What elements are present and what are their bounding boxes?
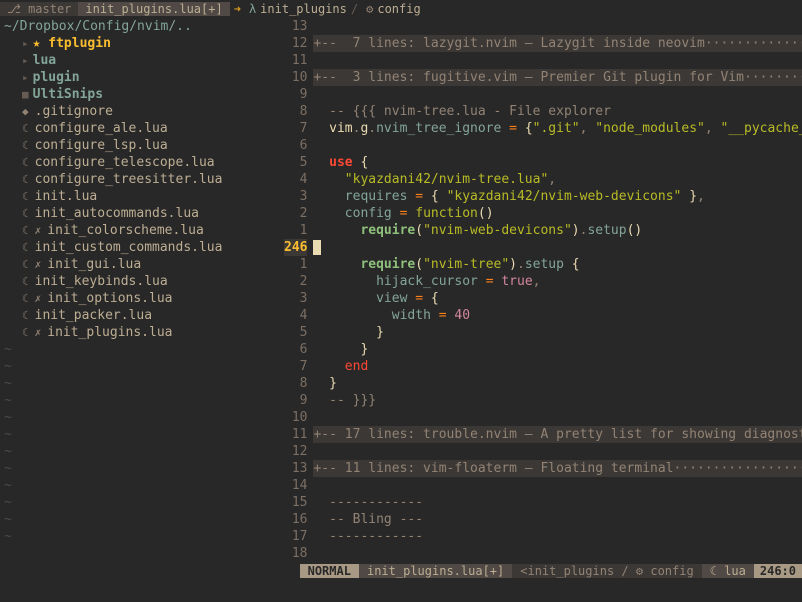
fold-line[interactable]: +-- 17 lines: trouble.nvim – A pretty li…	[313, 426, 802, 443]
status-file: init_plugins.lua[+]	[359, 564, 512, 578]
folder-icon: ▸	[22, 37, 29, 50]
code-line[interactable]: -- Bling ---	[313, 511, 802, 528]
file-icon: ☾	[22, 241, 29, 254]
code-line[interactable]	[313, 18, 802, 35]
folder-icon: ▸	[22, 71, 29, 84]
file-icon: ☾	[22, 309, 29, 322]
tree-item[interactable]: ■UltiSnips	[0, 86, 284, 103]
tree-item[interactable]: ☾configure_telescope.lua	[0, 154, 284, 171]
tree-item[interactable]: ☾✗init_colorscheme.lua	[0, 222, 284, 239]
fold-line[interactable]: +-- 7 lines: lazygit.nvim – Lazygit insi…	[313, 35, 802, 52]
file-icon: ☾	[22, 207, 29, 220]
code-line[interactable]: }	[313, 375, 802, 392]
modified-icon: ✗	[35, 326, 42, 339]
code-line[interactable]	[313, 409, 802, 426]
branch-segment[interactable]: ⎇ master	[0, 2, 78, 16]
file-icon: ☾	[22, 156, 29, 169]
lambda-icon: λ	[245, 2, 260, 16]
tab-file[interactable]: init_plugins.lua[+]	[78, 2, 229, 16]
code-line[interactable]: hijack_cursor = true,	[313, 273, 802, 290]
code-line[interactable]: "kyazdani42/nvim-tree.lua",	[313, 171, 802, 188]
breadcrumb-fn: init_plugins	[260, 2, 347, 16]
breadcrumb-sep: /	[347, 2, 362, 16]
modified-icon: ✗	[35, 258, 42, 271]
tree-item[interactable]: ◆.gitignore	[0, 103, 284, 120]
folder-icon: ■	[22, 88, 29, 101]
command-line[interactable]	[0, 580, 802, 602]
editor[interactable]: 1312111098765432124612345678910111213141…	[284, 18, 802, 562]
status-filetype: ☾ lua	[702, 564, 754, 578]
tree-item[interactable]: ☾init_autocommands.lua	[0, 205, 284, 222]
tree-item[interactable]: ☾init_keybinds.lua	[0, 273, 284, 290]
fold-line[interactable]: +-- 11 lines: vim-floaterm – Floating te…	[313, 460, 802, 477]
modified-icon: ✗	[35, 292, 42, 305]
tree-item[interactable]: ▸★ ftplugin	[0, 35, 284, 52]
code-line[interactable]	[313, 443, 802, 460]
file-icon: ☾	[22, 139, 29, 152]
code-line[interactable]: ------------	[313, 528, 802, 545]
file-icon: ☾	[22, 292, 29, 305]
file-icon: ☾	[22, 326, 29, 339]
tree-item[interactable]: ☾init_custom_commands.lua	[0, 239, 284, 256]
file-icon: ◆	[22, 105, 29, 118]
arrow-icon: ➜	[230, 2, 245, 16]
file-icon: ☾	[22, 258, 29, 271]
gutter: 1312111098765432124612345678910111213141…	[284, 18, 313, 562]
code-line[interactable]: requires = { "kyazdani42/nvim-web-devico…	[313, 188, 802, 205]
file-icon: ☾	[22, 122, 29, 135]
file-icon: ☾	[22, 190, 29, 203]
code-line[interactable]: -- }}}	[313, 392, 802, 409]
tree-item[interactable]: ☾configure_treesitter.lua	[0, 171, 284, 188]
code-line[interactable]: }	[313, 341, 802, 358]
gear-icon: ⚙	[362, 2, 377, 16]
code-area[interactable]: +-- 7 lines: lazygit.nvim – Lazygit insi…	[313, 18, 802, 562]
tree-item[interactable]: ☾init_packer.lua	[0, 307, 284, 324]
code-line[interactable]	[313, 52, 802, 69]
breadcrumb-leaf: config	[377, 2, 420, 16]
code-line[interactable]: ------------	[313, 494, 802, 511]
file-icon: ☾	[22, 224, 29, 237]
tree-item[interactable]: ☾✗init_options.lua	[0, 290, 284, 307]
cursor-position: 246:0	[754, 564, 802, 578]
file-icon: ☾	[22, 275, 29, 288]
code-line[interactable]	[313, 86, 802, 103]
statusline: NORMAL init_plugins.lua[+] <init_plugins…	[0, 562, 802, 580]
tree-item[interactable]: ☾init.lua	[0, 188, 284, 205]
code-line[interactable]: view = {	[313, 290, 802, 307]
code-line[interactable]: require("nvim-tree").setup {	[313, 256, 802, 273]
modified-icon: ✗	[35, 224, 42, 237]
code-line[interactable]	[313, 137, 802, 154]
file-tree[interactable]: ~/Dropbox/Config/nvim/.. ▸★ ftplugin▸lua…	[0, 18, 284, 562]
tree-item[interactable]: ☾configure_ale.lua	[0, 120, 284, 137]
code-line[interactable]	[313, 545, 802, 562]
code-line[interactable]: width = 40	[313, 307, 802, 324]
file-icon: ☾	[22, 173, 29, 186]
folder-icon: ▸	[22, 54, 29, 67]
lua-icon: ☾	[710, 564, 717, 578]
code-line[interactable]: vim.g.nvim_tree_ignore = {".git", "node_…	[313, 120, 802, 137]
code-line[interactable]: require("nvim-web-devicons").setup()	[313, 222, 802, 239]
tree-item[interactable]: ☾✗init_plugins.lua	[0, 324, 284, 341]
tree-item[interactable]: ▸lua	[0, 52, 284, 69]
tree-item[interactable]: ▸plugin	[0, 69, 284, 86]
tree-item[interactable]: ☾✗init_gui.lua	[0, 256, 284, 273]
code-line[interactable]: config = function()	[313, 205, 802, 222]
branch-icon: ⎇	[7, 2, 21, 16]
code-line[interactable]: use {	[313, 154, 802, 171]
tree-item[interactable]: ☾configure_lsp.lua	[0, 137, 284, 154]
code-line[interactable]: end	[313, 358, 802, 375]
tabline: ⎇ master init_plugins.lua[+] ➜ λ init_pl…	[0, 0, 802, 18]
code-line[interactable]: -- {{{ nvim-tree.lua - File explorer	[313, 103, 802, 120]
fold-line[interactable]: +-- 3 lines: fugitive.vim – Premier Git …	[313, 69, 802, 86]
status-breadcrumb: <init_plugins / ⚙ config	[512, 564, 701, 578]
code-line[interactable]	[313, 477, 802, 494]
mode-indicator: NORMAL	[300, 564, 359, 578]
code-line[interactable]	[313, 239, 802, 256]
code-line[interactable]: }	[313, 324, 802, 341]
tree-path: ~/Dropbox/Config/nvim/..	[0, 18, 284, 35]
